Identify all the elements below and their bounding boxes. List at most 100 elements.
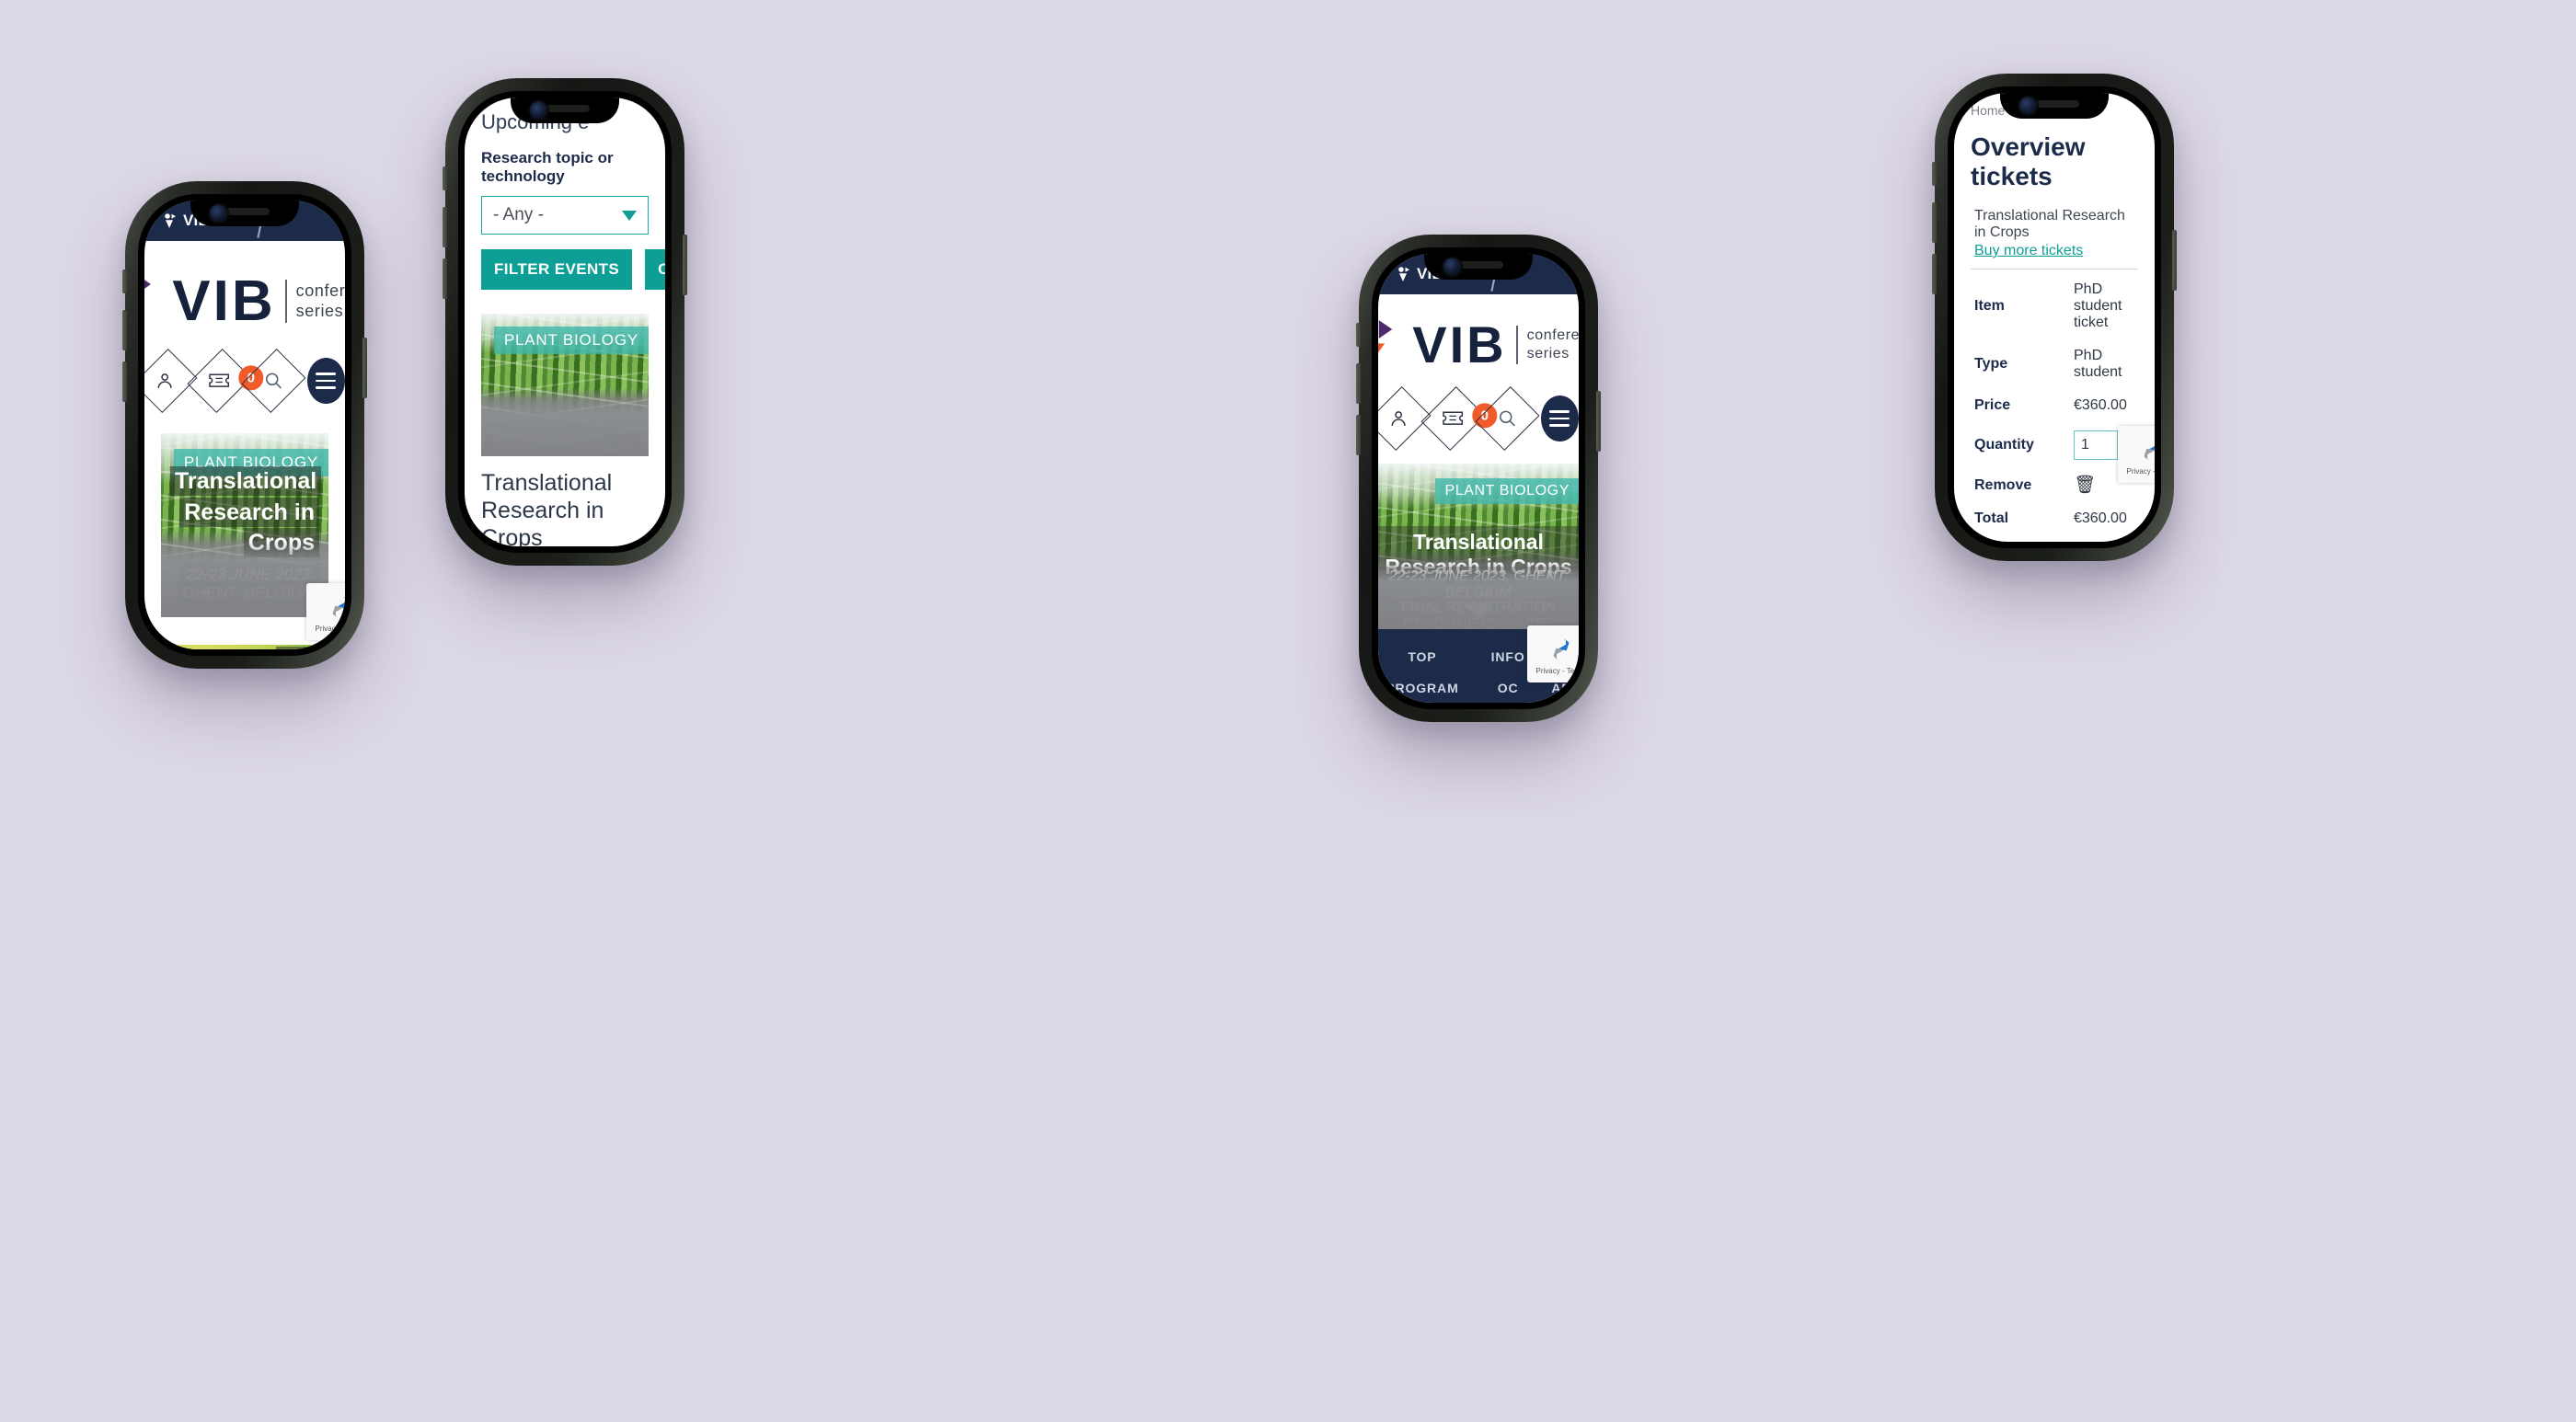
hero-deadline: FINAL REGISTRATION DEADLINE IS 8 JUNE! [1378,598,1579,629]
event-card-title: 4th International Brassinosteroid Confer… [170,647,328,649]
front-camera [210,204,228,223]
logo-divider [284,279,287,324]
search-glyph-icon [1500,410,1516,427]
row-label-total: Total [1974,510,2009,526]
recaptcha-badge[interactable]: Privacy - Terms [1527,625,1579,682]
event-card-image: PLANT BIOLOGY [481,314,649,456]
filter-events-button[interactable]: FILTER EVENTS [481,249,633,290]
phone1-screen: VIB.be ⟩ VIB [144,201,345,649]
recaptcha-icon [332,596,345,617]
search-icon[interactable] [241,349,306,413]
event-card-overlay: Translational Research in Crops 22-23 JU… [161,465,328,617]
vib-logo-mark-icon [1378,318,1403,372]
phone3-screen: VIB.be ⟩ VIB [1378,254,1579,703]
phone-mockup-filters: Upcoming e Research topic or technology … [443,78,687,566]
hero-category-tag: PLANT BIOLOGY [1435,478,1579,504]
recaptcha-icon [1553,638,1570,659]
phone-mockup-ticket-overview: Home > Ove Overview tickets Translationa… [1932,74,2177,561]
table-row: Price €360.00 [1974,389,2138,422]
search-icon[interactable] [1475,386,1540,451]
row-value-total: €360.00 [2074,510,2127,526]
menu-bar-2 [1549,417,1570,420]
breadcrumb-home-link[interactable]: Home [1971,103,2005,118]
recaptcha-text: Privacy - Terms [2126,466,2155,476]
logo-sub-line2: series [1526,345,1570,361]
menu-bar-2 [316,379,337,383]
research-topic-select[interactable]: - Any - [481,196,649,235]
row-label-type: Type [1974,356,2008,372]
logo-sub-line1: conference [1526,327,1579,343]
front-camera [530,101,548,120]
menu-bar-1 [1549,410,1570,413]
phone2-screen: Upcoming e Research topic or technology … [465,97,665,546]
filter-field-label: Research topic or technology [481,149,614,185]
table-row: Type PhD student [1974,339,2138,389]
vib-mark-icon [1398,266,1409,281]
nav-item-top[interactable]: TOP [1378,641,1466,672]
phone-notch [1424,254,1533,280]
recaptcha-icon [2144,439,2155,460]
logo-sub-line2: series [295,302,344,321]
logo-vib-text: VIB [1412,315,1507,373]
menu-bar-1 [316,373,337,375]
event-card-image-wrap[interactable]: PLANT BIOLOGY [481,314,649,456]
phone-volume-up-button [1932,202,1937,243]
phone-volume-down-button [1932,254,1937,294]
phone-mute-switch [1932,162,1937,186]
logo-divider [1515,325,1518,365]
row-label-quantity: Quantity [1974,437,2034,453]
event-card-image: PLANT BIOLOGY Translational Research in … [161,433,328,617]
ticket-details-table: Item PhD student ticket Type PhD student… [1954,269,2155,535]
phone-volume-up-button [443,207,447,247]
header-icon-row: 0 [1378,372,1579,464]
phone-notch [511,97,619,123]
menu-bar-3 [1549,424,1570,427]
header-icon-row: 0 [144,330,345,433]
ticket-glyph-icon [209,373,230,388]
row-label-item: Item [1974,298,2005,314]
row-value-price: €360.00 [2074,397,2127,413]
event-card[interactable]: PLANT BIOLOGY Translational Research in … [161,433,328,617]
table-row: Quantity [1974,422,2138,468]
clear-all-filters-button[interactable]: CLEAR ALL FILTERS [645,249,665,290]
menu-icon[interactable] [1540,396,1579,442]
phone-notch [190,201,299,226]
vib-mark-icon [165,212,176,228]
quantity-input[interactable] [2074,430,2118,460]
recaptcha-text: Privacy - Terms [1535,666,1579,675]
scroll-down-caret-icon[interactable] [1464,604,1493,620]
phone-volume-down-button [1356,415,1361,455]
trash-icon[interactable]: 🗑 [2074,476,2096,494]
row-value-type: PhD student [2074,348,2122,380]
phone-mockup-events-list: VIB.be ⟩ VIB [122,181,367,669]
front-camera [1443,258,1462,276]
ticket-icon[interactable]: 0 [187,349,264,413]
event-card-overlay: 4th International Brassinosteroid Confer… [161,647,328,649]
site-logo[interactable]: VIB conference series [144,241,345,330]
ticket-icon[interactable]: 0 [1420,386,1498,451]
event-category-tag: PLANT BIOLOGY [493,327,649,354]
phone-power-button [362,338,367,398]
hero-date: 22-23 JUNE 2023, GHENT, BELGIUM [1378,567,1579,603]
recaptcha-badge[interactable]: Privacy - Terms [2118,426,2155,483]
recaptcha-badge[interactable]: Privacy - Terms [306,583,345,640]
buy-more-tickets-link[interactable]: Buy more tickets [1954,241,2155,259]
ticket-glyph-icon [1443,411,1464,426]
logo-subtitle: conference series [296,281,345,322]
site-logo[interactable]: VIB conference series [1378,294,1579,372]
event-card-title: Translational Research in Crops [170,465,322,558]
table-row: Item PhD student ticket [1974,273,2138,339]
row-value-item: PhD student ticket [2074,281,2122,330]
nav-item-program[interactable]: PROGRAM [1378,672,1466,703]
menu-icon[interactable] [306,358,345,404]
event-card[interactable]: PLANT BIOLOGY 4th International Brassino… [161,645,328,649]
hero-title: Translational Research in Crops [1378,526,1579,583]
phone-power-button [2172,230,2177,291]
row-label-price: Price [1974,397,2011,413]
phone-mockup-event-page: VIB.be ⟩ VIB [1356,235,1601,722]
phone-volume-up-button [1356,363,1361,404]
event-title: Translational Research in Crops [481,470,613,546]
phone-volume-down-button [122,361,127,402]
vib-logo-mark-icon [144,272,163,330]
phone-notch [2000,93,2109,119]
